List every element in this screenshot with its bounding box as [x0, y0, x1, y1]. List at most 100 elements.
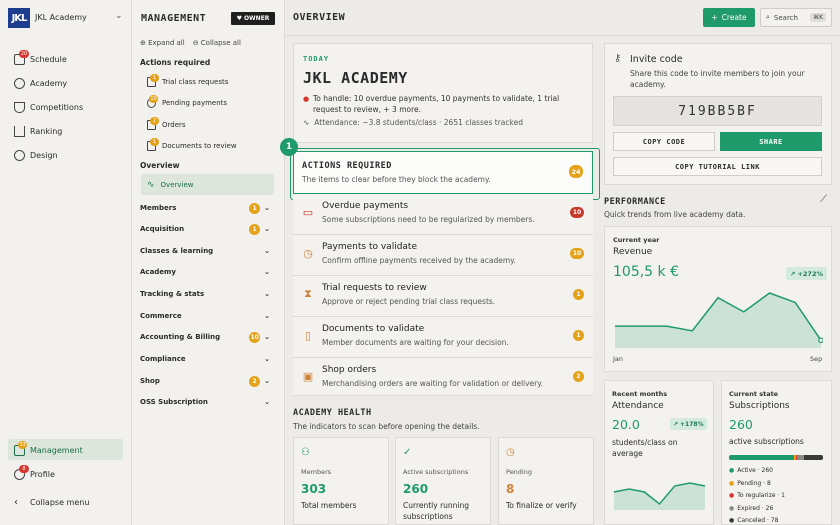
- chevron-down-icon: ⌄: [264, 268, 270, 276]
- group-accounting[interactable]: Accounting & Billing 10 ⌄: [140, 330, 270, 344]
- group-oss[interactable]: OSS Subscription ⌄: [140, 395, 270, 409]
- revenue-x-end: Sep: [810, 355, 823, 363]
- revenue-period: Current year: [613, 236, 660, 244]
- nav-item-academy[interactable]: Academy: [14, 75, 67, 91]
- group-compliance[interactable]: Compliance ⌄: [140, 352, 270, 366]
- academy-logo[interactable]: JKL: [8, 8, 30, 28]
- top-bar: [285, 0, 840, 36]
- orders-badge: 2: [150, 117, 159, 125]
- legend-dot: ●: [729, 517, 735, 524]
- nav-item-schedule[interactable]: 20 Schedule: [14, 49, 67, 67]
- legend-label: Expired · 26: [737, 504, 774, 512]
- hourglass-icon: 1: [147, 74, 159, 87]
- nav-item-profile[interactable]: 8 Profile: [14, 464, 55, 482]
- group-tracking[interactable]: Tracking & stats ⌄: [140, 287, 270, 301]
- group-label: Shop: [140, 377, 160, 385]
- action-row-trial[interactable]: ⧗ Trial requests to review Approve or re…: [293, 276, 593, 317]
- owner-badge: ♥ OWNER: [231, 12, 275, 25]
- hourglass-icon: ⧗: [304, 287, 312, 300]
- palette-icon: [14, 149, 25, 161]
- legend-label: Pending · 8: [737, 479, 771, 487]
- chevron-down-icon: ⌄: [264, 312, 270, 320]
- alert-dot: ●: [303, 95, 310, 103]
- search-button[interactable]: ⌕ Search ⌘K: [760, 8, 832, 27]
- sub-item-trial-requests[interactable]: 1 Trial class requests: [147, 74, 228, 89]
- document-icon: 1: [147, 138, 159, 151]
- group-commerce[interactable]: Commerce ⌄: [140, 309, 270, 323]
- group-label: Accounting & Billing: [140, 333, 221, 341]
- expand-all-label: Expand all: [148, 39, 185, 47]
- collapse-all-button[interactable]: ⊖ Collapse all: [193, 39, 241, 47]
- actions-required-heading: Actions required: [140, 58, 211, 67]
- legend-item: ● Expired · 26: [729, 503, 827, 516]
- health-caption: Total members: [301, 501, 357, 510]
- legend-dot: ●: [729, 479, 735, 487]
- copy-tutorial-link-button[interactable]: COPY TUTORIAL LINK: [613, 157, 822, 176]
- management-badge: 33: [18, 440, 27, 449]
- create-button[interactable]: + Create: [703, 8, 755, 27]
- group-academy[interactable]: Academy ⌄: [140, 265, 270, 279]
- legend-label: Canceled · 78: [737, 517, 779, 524]
- sub-item-orders[interactable]: 2 Orders: [147, 117, 186, 132]
- trophy-icon: [14, 101, 25, 113]
- collapse-menu-button[interactable]: ‹ Collapse menu: [14, 494, 89, 510]
- nav-label: Academy: [30, 78, 68, 88]
- nav-item-competitions[interactable]: Competitions: [14, 99, 83, 115]
- health-value: 260: [403, 482, 429, 496]
- calendar-icon: 20: [14, 49, 29, 65]
- group-shop[interactable]: Shop 2 ⌄: [140, 374, 270, 388]
- today-label: TODAY: [303, 55, 330, 63]
- action-row-documents[interactable]: ▯ Documents to validate Member documents…: [293, 317, 593, 358]
- attendance-caption: students/class on average: [612, 438, 678, 458]
- group-members[interactable]: Members 1 ⌄: [140, 201, 270, 215]
- attendance-label: Attendance: [612, 401, 664, 411]
- academy-name[interactable]: JKL Academy: [35, 13, 87, 22]
- group-classes[interactable]: Classes & learning ⌄: [140, 244, 270, 258]
- group-label: Compliance: [140, 355, 186, 363]
- shortcut-hint: ⌘K: [810, 13, 826, 22]
- row-badge: 10: [570, 207, 584, 218]
- clock-icon: ◷: [303, 246, 313, 260]
- trial-badge: 1: [150, 74, 159, 82]
- sub-item-pending-payments[interactable]: 10 Pending payments: [147, 95, 228, 110]
- legend-item: ● Pending · 8: [729, 478, 827, 491]
- nav-item-design[interactable]: Design: [14, 147, 58, 163]
- chevron-down-icon: ⌄: [264, 225, 270, 233]
- attendance-chart: [613, 482, 706, 510]
- revenue-chart: [614, 292, 823, 348]
- health-value: 8: [506, 482, 515, 496]
- attendance-value: 20.0: [612, 417, 640, 432]
- ranking-icon: [14, 125, 25, 137]
- group-badge: 2: [249, 375, 261, 387]
- legend-dot: ●: [729, 467, 735, 474]
- health-title: ACADEMY HEALTH: [293, 408, 372, 418]
- performance-title: PERFORMANCE: [604, 197, 666, 207]
- chevron-down-icon[interactable]: ⌄: [115, 11, 123, 21]
- action-row-shop[interactable]: ▣ Shop orders Merchandising orders are w…: [293, 358, 593, 396]
- health-value: 303: [301, 482, 327, 496]
- sub-item-documents[interactable]: 1 Documents to review: [147, 138, 237, 153]
- action-row-payments[interactable]: ◷ Payments to validate Confirm offline p…: [293, 235, 593, 276]
- create-label: Create: [721, 13, 747, 22]
- group-acquisition[interactable]: Acquisition 1 ⌄: [140, 222, 270, 236]
- users-icon: ⚇: [301, 447, 310, 458]
- group-label: Members: [140, 204, 177, 212]
- nav-item-ranking[interactable]: Ranking: [14, 123, 62, 139]
- management-icon: 33: [14, 440, 27, 456]
- key-icon: ⚷: [614, 53, 622, 64]
- copy-code-button[interactable]: COPY CODE: [613, 132, 715, 151]
- trend-icon[interactable]: ⟋: [820, 194, 827, 205]
- legend-dot: ●: [729, 504, 735, 512]
- documents-badge: 1: [150, 138, 159, 146]
- expand-all-button[interactable]: ⊕ Expand all: [140, 39, 185, 47]
- nav-item-management[interactable]: 33 Management: [14, 440, 83, 458]
- subscriptions-caption: active subscriptions: [729, 437, 804, 446]
- action-row-overdue[interactable]: ▭ Overdue payments Some subscriptions ne…: [293, 194, 593, 235]
- nav-label: Management: [30, 445, 83, 455]
- invite-code-field[interactable]: 719BB5BF: [613, 96, 822, 126]
- sub-item-label: Pending payments: [162, 99, 228, 107]
- share-button[interactable]: SHARE: [720, 132, 822, 151]
- group-label: Classes & learning: [140, 247, 214, 255]
- area-fill: [614, 483, 705, 510]
- sub-item-overview[interactable]: ∿ Overview: [147, 178, 194, 192]
